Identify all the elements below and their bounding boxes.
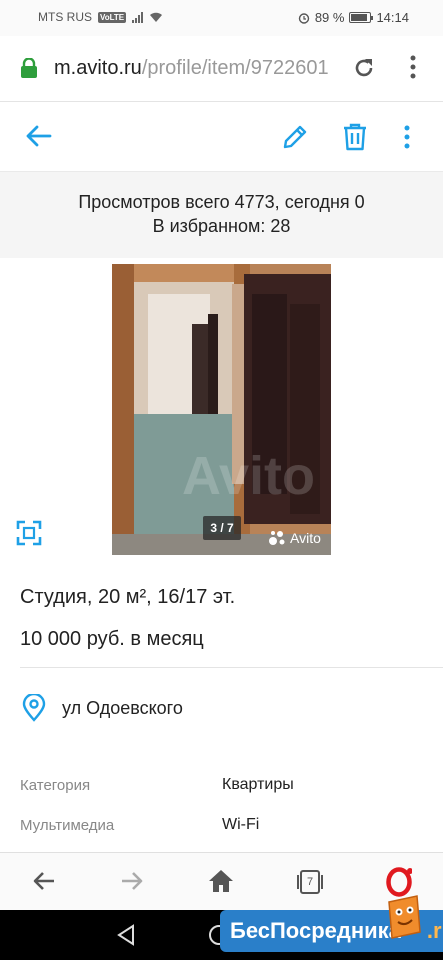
pencil-icon[interactable] bbox=[280, 122, 310, 152]
action-bar bbox=[0, 102, 443, 172]
trash-icon[interactable] bbox=[342, 122, 368, 152]
param-key-multimedia: Мультимедиа bbox=[20, 817, 115, 834]
photo-gallery[interactable]: Avito bbox=[0, 258, 443, 556]
battery-level bbox=[351, 14, 368, 21]
url-host: m.avito.ru bbox=[54, 57, 142, 79]
svg-text:Avito: Avito bbox=[182, 446, 315, 506]
param-key-category: Категория bbox=[20, 777, 91, 794]
status-right: 89 % 14:14 bbox=[298, 10, 409, 25]
carrier-name: MTS RUS bbox=[38, 10, 92, 24]
battery-icon bbox=[349, 12, 374, 23]
watermark-text: Avito bbox=[290, 530, 321, 546]
avito-watermark: Avito bbox=[268, 530, 321, 546]
system-back-icon[interactable] bbox=[116, 924, 136, 946]
item-stats: Просмотров всего 4773, сегодня 0 В избра… bbox=[0, 172, 443, 258]
tabs-icon[interactable]: 7 bbox=[296, 869, 324, 895]
badge-suffix: .ru bbox=[426, 918, 443, 943]
status-bar: MTS RUS VoLTE 89 % 14:14 bbox=[0, 0, 443, 36]
lock-icon bbox=[21, 58, 37, 78]
clock: 14:14 bbox=[376, 10, 409, 25]
address-field[interactable]: m.avito.ru/profile/item/9722601 bbox=[54, 57, 339, 80]
wifi-icon bbox=[150, 12, 163, 22]
url-path: /profile/item/9722601 bbox=[141, 57, 329, 79]
home-icon[interactable] bbox=[208, 869, 234, 893]
arrow-left-icon[interactable] bbox=[24, 124, 52, 148]
views-count: Просмотров всего 4773, сегодня 0 bbox=[78, 192, 365, 212]
param-value-multimedia: Wi-Fi bbox=[222, 816, 260, 833]
more-vert-icon[interactable] bbox=[402, 124, 412, 150]
signal-icon bbox=[132, 11, 144, 23]
avito-logo-icon bbox=[269, 531, 285, 545]
listing-address[interactable]: ул Одоевского bbox=[62, 698, 183, 719]
tab-count: 7 bbox=[306, 876, 314, 888]
status-left: MTS RUS VoLTE bbox=[38, 10, 163, 24]
mascot-icon bbox=[388, 895, 421, 939]
reload-icon[interactable] bbox=[352, 56, 376, 80]
badge-text: БесПосредника bbox=[230, 918, 401, 943]
listing-price: 10 000 руб. в месяц bbox=[20, 628, 204, 650]
url-bar: m.avito.ru/profile/item/9722601 bbox=[0, 36, 443, 102]
listing-photo[interactable]: Avito bbox=[112, 264, 331, 555]
listing-title: Студия, 20 м², 16/17 эт. bbox=[20, 586, 236, 608]
divider bbox=[20, 667, 443, 668]
location-pin-icon bbox=[22, 694, 46, 722]
more-vert-icon[interactable] bbox=[408, 54, 418, 80]
favorites-count: В избранном: 28 bbox=[152, 216, 291, 236]
back-icon[interactable] bbox=[32, 869, 56, 893]
forward-icon[interactable] bbox=[120, 869, 144, 893]
browser-bottom-nav: 7 bbox=[0, 852, 443, 910]
photo-counter: 3 / 7 bbox=[203, 516, 241, 540]
fullscreen-icon[interactable] bbox=[16, 520, 42, 546]
volte-badge: VoLTE bbox=[98, 11, 127, 23]
alarm-icon bbox=[298, 12, 310, 24]
battery-percent: 89 % bbox=[314, 10, 345, 25]
param-value-category: Квартиры bbox=[222, 776, 294, 793]
